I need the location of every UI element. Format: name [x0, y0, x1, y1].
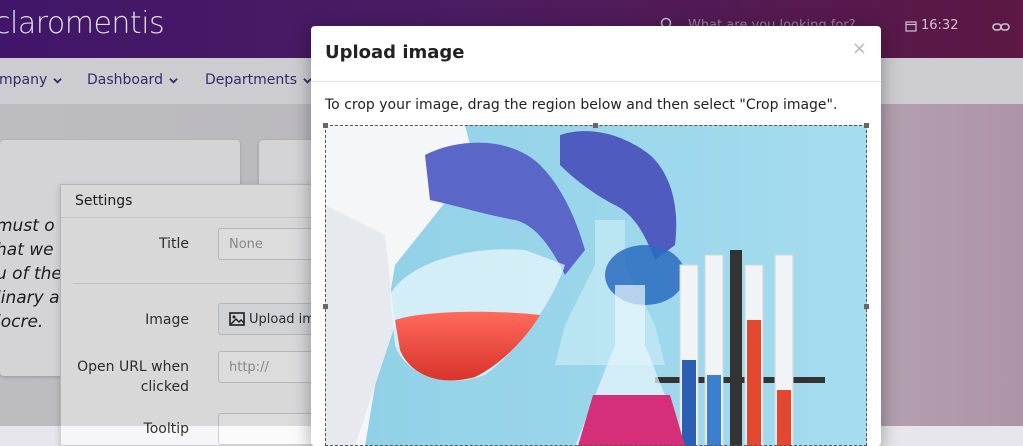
crop-handle[interactable] — [593, 123, 598, 128]
lab-photo — [325, 125, 867, 446]
divider — [311, 81, 881, 82]
crop-handle[interactable] — [864, 123, 869, 128]
crop-handle[interactable] — [864, 304, 869, 309]
upload-image-dialog: Upload image × To crop your image, drag … — [311, 26, 881, 446]
crop-handle[interactable] — [323, 304, 328, 309]
crop-instructions: To crop your image, drag the region belo… — [325, 97, 838, 113]
close-icon[interactable]: × — [852, 38, 867, 59]
crop-image-preview[interactable] — [325, 125, 867, 446]
crop-handle[interactable] — [323, 123, 328, 128]
dialog-title: Upload image — [325, 42, 465, 63]
